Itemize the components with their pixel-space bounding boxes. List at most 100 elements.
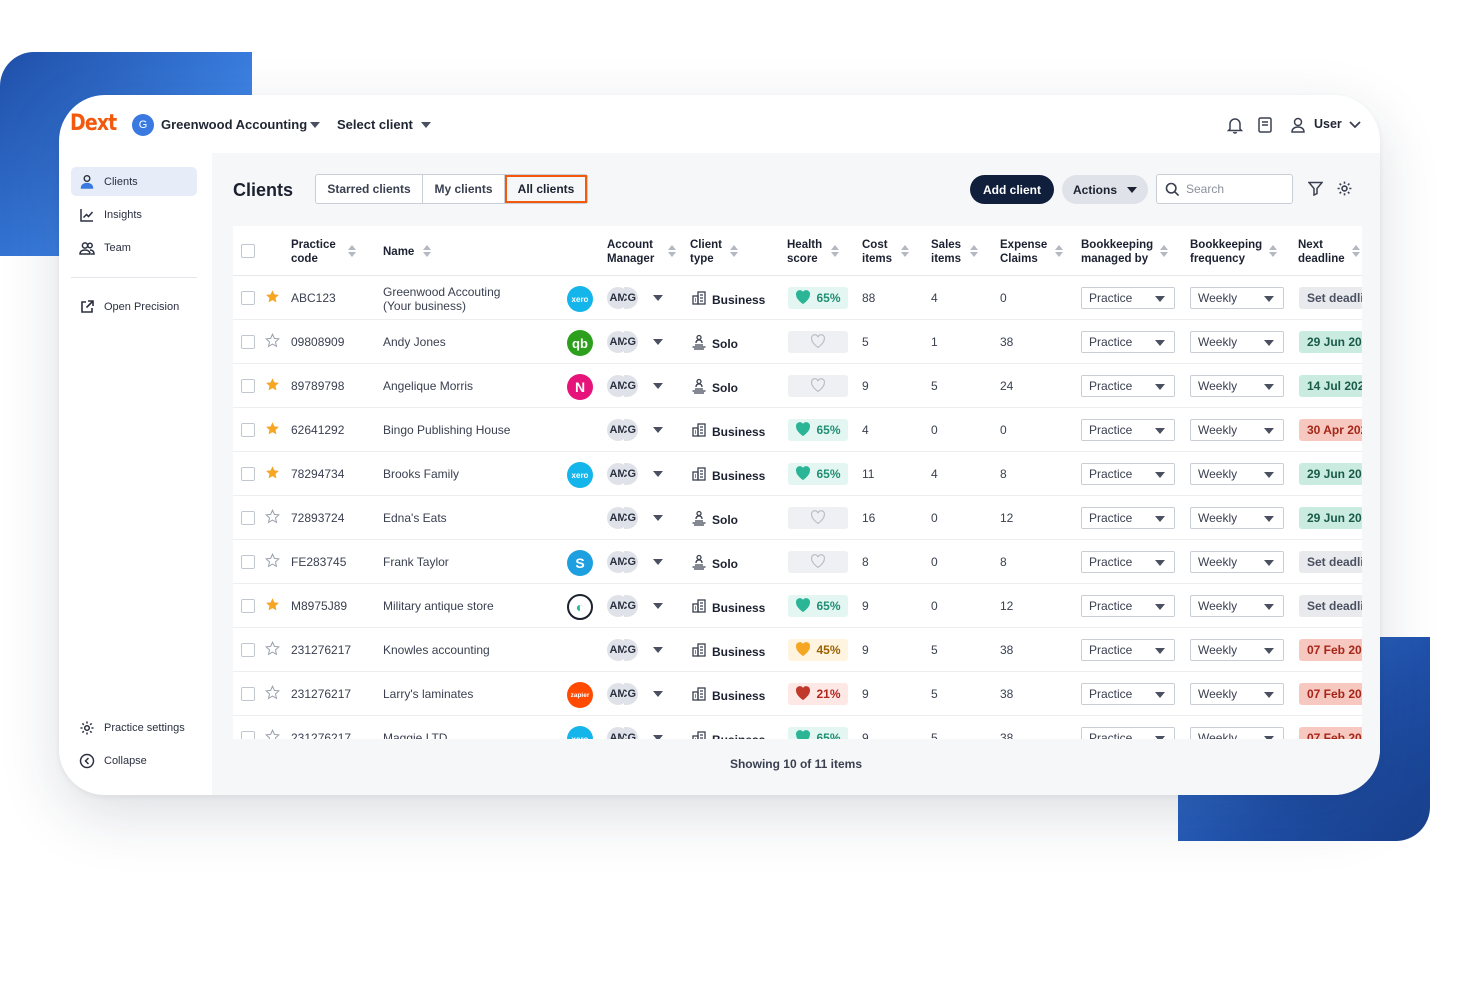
row-checkbox[interactable] [241, 335, 255, 349]
chevron-down-icon[interactable] [310, 122, 320, 128]
account-manager-select[interactable]: AMCG [607, 551, 667, 573]
sort-icon[interactable] [901, 245, 909, 257]
star-filled-icon[interactable] [265, 465, 280, 485]
table-row[interactable]: 231276217 Maggie LTD xero AMCG Business 65% 9 5… [233, 716, 1362, 739]
header-sales-items[interactable]: Sales items [931, 238, 969, 266]
table-row[interactable]: ABC123 Greenwood Accouting (Your business)… [233, 276, 1362, 320]
account-manager-select[interactable]: AMCG [607, 727, 667, 739]
star-outline-icon[interactable] [264, 509, 281, 529]
star-outline-icon[interactable] [264, 729, 281, 739]
practice-settings-link[interactable]: Practice settings [71, 713, 197, 742]
client-name[interactable]: Greenwood Accouting (Your business) [383, 285, 500, 313]
account-manager-select[interactable]: AMCG [607, 507, 667, 529]
client-name[interactable]: Military antique store [383, 599, 494, 613]
tab-all-clients[interactable]: All clients [505, 175, 587, 203]
next-deadline-badge[interactable]: 14 Jul 2022 [1299, 375, 1362, 397]
sort-icon[interactable] [970, 245, 978, 257]
table-row[interactable]: 231276217 Larry's laminates zapier AMCG Busi… [233, 672, 1362, 716]
table-row[interactable]: 231276217 Knowles accounting AMCG Business 4… [233, 628, 1362, 672]
star-filled-icon[interactable] [265, 289, 280, 309]
account-manager-select[interactable]: AMCG [607, 639, 667, 661]
chevron-down-icon[interactable] [421, 122, 431, 128]
star-filled-icon[interactable] [265, 597, 280, 617]
table-row[interactable]: 09808909 Andy Jones qb AMCG Solo 5 1 38 Practice… [233, 320, 1362, 364]
row-checkbox[interactable] [241, 643, 255, 657]
bookkeeping-frequency-select[interactable]: Weekly [1190, 419, 1284, 441]
sort-icon[interactable] [730, 245, 738, 257]
header-health-score[interactable]: Health score [787, 238, 829, 266]
sidebar-item-team[interactable]: Team [71, 233, 197, 262]
row-checkbox[interactable] [241, 555, 255, 569]
client-name[interactable]: Brooks Family [383, 467, 459, 481]
filter-icon[interactable] [1308, 181, 1323, 196]
book-icon[interactable] [1257, 116, 1273, 134]
sidebar-item-insights[interactable]: Insights [71, 200, 197, 229]
table-row[interactable]: 62641292 Bingo Publishing House AMCG Busine… [233, 408, 1362, 452]
collapse-button[interactable]: Collapse [71, 746, 197, 775]
header-next-deadline[interactable]: Next deadline [1298, 238, 1350, 266]
bookkeeping-frequency-select[interactable]: Weekly [1190, 507, 1284, 529]
account-manager-select[interactable]: AMCG [607, 331, 667, 353]
next-deadline-badge[interactable]: 29 Jun 2022 [1299, 507, 1362, 529]
header-expense-claims[interactable]: Expense Claims [1000, 238, 1056, 266]
header-name[interactable]: Name [383, 245, 414, 259]
gear-icon[interactable] [1336, 180, 1353, 197]
row-checkbox[interactable] [241, 291, 255, 305]
sort-icon[interactable] [1269, 245, 1277, 257]
bookkeeping-managed-by-select[interactable]: Practice [1081, 463, 1175, 485]
client-selector[interactable]: Select client [337, 117, 413, 132]
client-name[interactable]: Larry's laminates [383, 687, 473, 701]
next-deadline-badge[interactable]: 29 Jun 2022 [1299, 331, 1362, 353]
row-checkbox[interactable] [241, 467, 255, 481]
client-name[interactable]: Frank Taylor [383, 555, 449, 569]
client-name[interactable]: Andy Jones [383, 335, 446, 349]
org-switcher[interactable]: Greenwood Accounting [161, 117, 307, 132]
client-name[interactable]: Bingo Publishing House [383, 423, 510, 437]
search-input[interactable] [1186, 182, 1286, 196]
bookkeeping-frequency-select[interactable]: Weekly [1190, 463, 1284, 485]
star-filled-icon[interactable] [265, 377, 280, 397]
star-outline-icon[interactable] [264, 553, 281, 573]
user-menu[interactable]: User [1314, 117, 1342, 131]
client-name[interactable]: Knowles accounting [383, 643, 490, 657]
star-outline-icon[interactable] [264, 333, 281, 353]
client-name[interactable]: Edna's Eats [383, 511, 447, 525]
table-row[interactable]: 89789798 Angelique Morris N AMCG Solo 9 5 24 Pra… [233, 364, 1362, 408]
star-outline-icon[interactable] [264, 641, 281, 661]
next-deadline-badge[interactable]: 07 Feb 2022 [1299, 683, 1362, 705]
account-manager-select[interactable]: AMCG [607, 419, 667, 441]
header-bookkeeping-managed-by[interactable]: Bookkeeping managed by [1081, 238, 1171, 266]
client-name[interactable]: Maggie LTD [383, 731, 447, 739]
bookkeeping-frequency-select[interactable]: Weekly [1190, 683, 1284, 705]
sort-icon[interactable] [1160, 245, 1168, 257]
bell-icon[interactable] [1227, 116, 1243, 134]
sort-icon[interactable] [1055, 245, 1063, 257]
tab-my-clients[interactable]: My clients [423, 175, 505, 203]
select-all-checkbox[interactable] [241, 244, 255, 258]
row-checkbox[interactable] [241, 731, 255, 739]
sort-icon[interactable] [348, 245, 356, 257]
user-icon[interactable] [1290, 116, 1306, 134]
bookkeeping-managed-by-select[interactable]: Practice [1081, 595, 1175, 617]
sort-icon[interactable] [423, 245, 431, 257]
star-filled-icon[interactable] [265, 421, 280, 441]
account-manager-select[interactable]: AMCG [607, 375, 667, 397]
account-manager-select[interactable]: AMCG [607, 595, 667, 617]
account-manager-select[interactable]: AMCG [607, 683, 667, 705]
sort-icon[interactable] [1352, 245, 1360, 257]
bookkeeping-managed-by-select[interactable]: Practice [1081, 683, 1175, 705]
header-practice-code[interactable]: Practice code [291, 238, 343, 266]
next-deadline-badge[interactable]: 07 Feb 2022 [1299, 639, 1362, 661]
table-row[interactable]: M8975J89 Military antique store ◐ AMCG Busin… [233, 584, 1362, 628]
next-deadline-badge[interactable]: Set deadline [1299, 595, 1362, 617]
bookkeeping-frequency-select[interactable]: Weekly [1190, 287, 1284, 309]
table-row[interactable]: FE283745 Frank Taylor S AMCG Solo 8 0 8 Practice… [233, 540, 1362, 584]
sort-icon[interactable] [831, 245, 839, 257]
bookkeeping-managed-by-select[interactable]: Practice [1081, 287, 1175, 309]
tab-starred-clients[interactable]: Starred clients [316, 175, 423, 203]
actions-button[interactable]: Actions [1062, 175, 1148, 204]
bookkeeping-frequency-select[interactable]: Weekly [1190, 727, 1284, 739]
bookkeeping-managed-by-select[interactable]: Practice [1081, 331, 1175, 353]
chevron-down-icon[interactable] [1349, 117, 1361, 131]
bookkeeping-managed-by-select[interactable]: Practice [1081, 639, 1175, 661]
